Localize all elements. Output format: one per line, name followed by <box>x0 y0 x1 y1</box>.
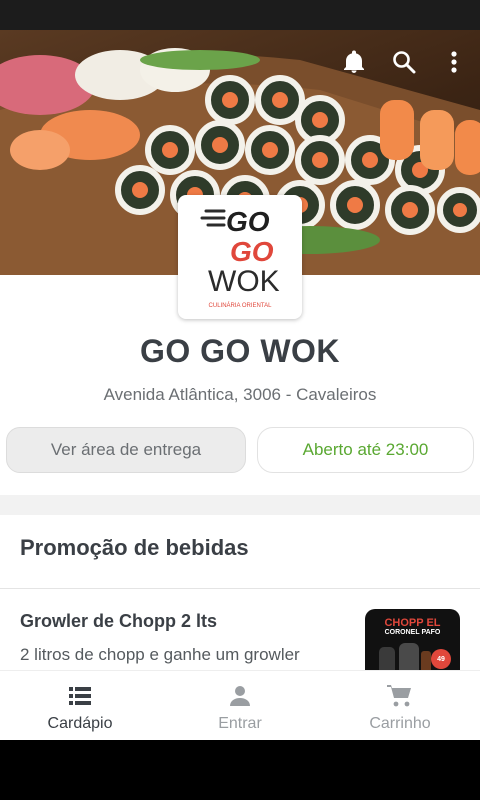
menu-list-icon <box>67 683 93 709</box>
product-image-price-badge: 49 <box>431 649 451 669</box>
nav-item-cardapio[interactable]: Cardápio <box>0 671 160 740</box>
nav-item-carrinho[interactable]: Carrinho <box>320 671 480 740</box>
nav-label-entrar: Entrar <box>218 715 262 732</box>
product-name: Growler de Chopp 2 lts <box>20 611 218 631</box>
product-item[interactable]: Growler de Chopp 2 lts 2 litros de chopp… <box>0 589 480 670</box>
nav-item-entrar[interactable]: Entrar <box>160 671 320 740</box>
section-separator <box>0 495 480 515</box>
bottom-navigation: Cardápio Entrar Carrinho <box>0 670 480 740</box>
open-status-badge: Aberto até 23:00 <box>257 427 474 473</box>
search-icon[interactable] <box>390 48 418 76</box>
user-icon <box>227 683 253 709</box>
system-navigation-bar <box>0 740 480 800</box>
more-vert-icon[interactable] <box>440 48 468 76</box>
store-content: GO GO WOK Avenida Atlântica, 3006 - Cava… <box>0 275 480 670</box>
store-address: Avenida Atlântica, 3006 - Cavaleiros <box>103 385 377 404</box>
delivery-area-button[interactable]: Ver área de entrega <box>6 427 246 473</box>
logo-text-go-1: GO <box>226 206 270 237</box>
logo-text-go-2: GO <box>230 236 274 267</box>
store-name: GO GO WOK <box>139 333 341 369</box>
product-description: 2 litros de chopp e ganhe um growler <box>20 645 300 664</box>
store-logo: GO GO WOK CULINÁRIA ORIENTAL <box>178 195 302 319</box>
cart-icon <box>387 683 413 709</box>
product-image: CHOPP EL CORONEL PAFO 49 <box>365 609 460 670</box>
bell-icon[interactable] <box>340 48 368 76</box>
status-bar <box>0 0 480 30</box>
nav-label-cardapio: Cardápio <box>47 715 113 732</box>
section-title: Promoção de bebidas <box>20 535 249 560</box>
logo-text-wok: WOK <box>208 265 280 298</box>
top-actions-bar <box>340 48 468 76</box>
logo-tagline: CULINÁRIA ORIENTAL <box>209 302 273 309</box>
nav-label-carrinho: Carrinho <box>369 715 431 732</box>
